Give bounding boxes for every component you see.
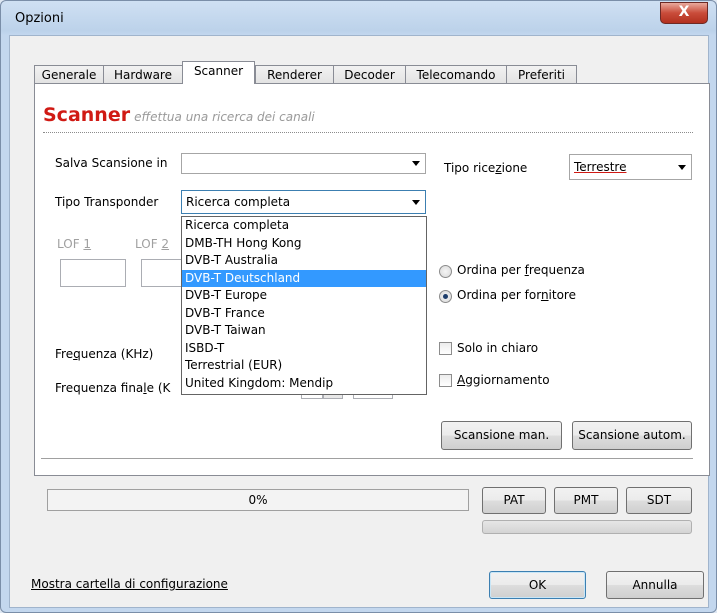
sort-frequency-label: Ordina per frequenza: [457, 263, 585, 277]
final-frequency-label: Frequenza finale (K: [55, 381, 171, 395]
lof1-input[interactable]: [60, 259, 126, 287]
transponder-combo[interactable]: Ricerca completa: [181, 190, 426, 214]
tab-renderer[interactable]: Renderer: [255, 65, 334, 83]
reception-value: Terrestre: [574, 160, 627, 174]
tab-telecomando[interactable]: Telecomando: [405, 65, 507, 83]
sort-frequency-radio[interactable]: [439, 265, 452, 278]
ok-button[interactable]: OK: [489, 571, 586, 599]
chevron-down-icon: [412, 200, 420, 205]
tab-decoder[interactable]: Decoder: [333, 65, 406, 83]
tab-hardware[interactable]: Hardware: [103, 65, 183, 83]
progress-text: 0%: [248, 493, 268, 507]
frequency-label: Frequenza (KHz): [55, 347, 154, 361]
auto-scan-button[interactable]: Scansione autom.: [572, 421, 692, 450]
save-scan-label: Salva Scansione in: [55, 156, 168, 170]
update-checkbox[interactable]: [439, 374, 452, 387]
scan-progress-bar: 0%: [47, 489, 469, 511]
list-item[interactable]: DVB-T Europe: [182, 287, 426, 305]
list-item[interactable]: Ricerca completa: [182, 217, 426, 235]
list-item-selected[interactable]: DVB-T Deutschland: [182, 269, 426, 287]
lof1-label: LOF 1: [57, 237, 92, 251]
list-item[interactable]: DVB-T France: [182, 305, 426, 323]
chevron-down-icon: [678, 165, 686, 170]
transponder-dropdown-list[interactable]: Ricerca completa DMB-TH Hong Kong DVB-T …: [181, 216, 427, 395]
tab-scanner[interactable]: Scanner: [182, 61, 255, 84]
cancel-button[interactable]: Annulla: [606, 571, 704, 599]
free-only-label: Solo in chiaro: [457, 341, 539, 355]
free-only-checkbox[interactable]: [439, 342, 452, 355]
window-title: Opzioni: [15, 11, 64, 26]
scanner-title: Scanner: [43, 104, 131, 126]
sort-provider-label: Ordina per fornitore: [457, 288, 576, 302]
tab-generale[interactable]: Generale: [34, 65, 104, 83]
list-item[interactable]: DMB-TH Hong Kong: [182, 235, 426, 253]
scanner-heading: Scanner effettua una ricerca dei canali: [43, 104, 315, 126]
list-item[interactable]: Terrestrial (EUR): [182, 357, 426, 375]
pmt-button[interactable]: PMT: [554, 487, 618, 514]
show-config-folder-link[interactable]: Mostra cartella di configurazione: [31, 577, 228, 591]
list-item[interactable]: ISBD-T: [182, 340, 426, 358]
save-scan-combo[interactable]: [181, 153, 426, 174]
lof2-input[interactable]: [141, 259, 183, 287]
list-item[interactable]: DVB-T Taiwan: [182, 322, 426, 340]
lof2-label: LOF 2: [135, 237, 170, 251]
list-item[interactable]: DVB-T Australia: [182, 252, 426, 270]
section-divider: [41, 458, 693, 460]
close-button[interactable]: X: [660, 2, 708, 24]
reception-combo[interactable]: Terrestre: [569, 154, 692, 180]
transponder-value: Ricerca completa: [186, 195, 291, 209]
sdt-button[interactable]: SDT: [626, 487, 692, 514]
sort-provider-radio[interactable]: [439, 290, 452, 303]
scanner-subtitle: effettua una ricerca dei canali: [134, 110, 315, 124]
chevron-down-icon: [412, 161, 420, 166]
table-progress-bar: [482, 520, 692, 534]
list-item[interactable]: United Kingdom: Mendip: [182, 375, 426, 393]
update-label: Aggiornamento: [457, 373, 550, 387]
close-icon: X: [678, 4, 690, 20]
options-window: Opzioni X Generale Hardware Scanner Rend…: [0, 0, 717, 613]
heading-divider: [43, 132, 693, 133]
transponder-label: Tipo Transponder: [55, 195, 159, 209]
reception-label: Tipo ricezione: [444, 161, 528, 175]
tab-preferiti[interactable]: Preferiti: [506, 65, 577, 83]
title-bar[interactable]: Opzioni X: [1, 1, 716, 35]
pat-button[interactable]: PAT: [482, 487, 546, 514]
manual-scan-button[interactable]: Scansione man.: [441, 421, 562, 450]
